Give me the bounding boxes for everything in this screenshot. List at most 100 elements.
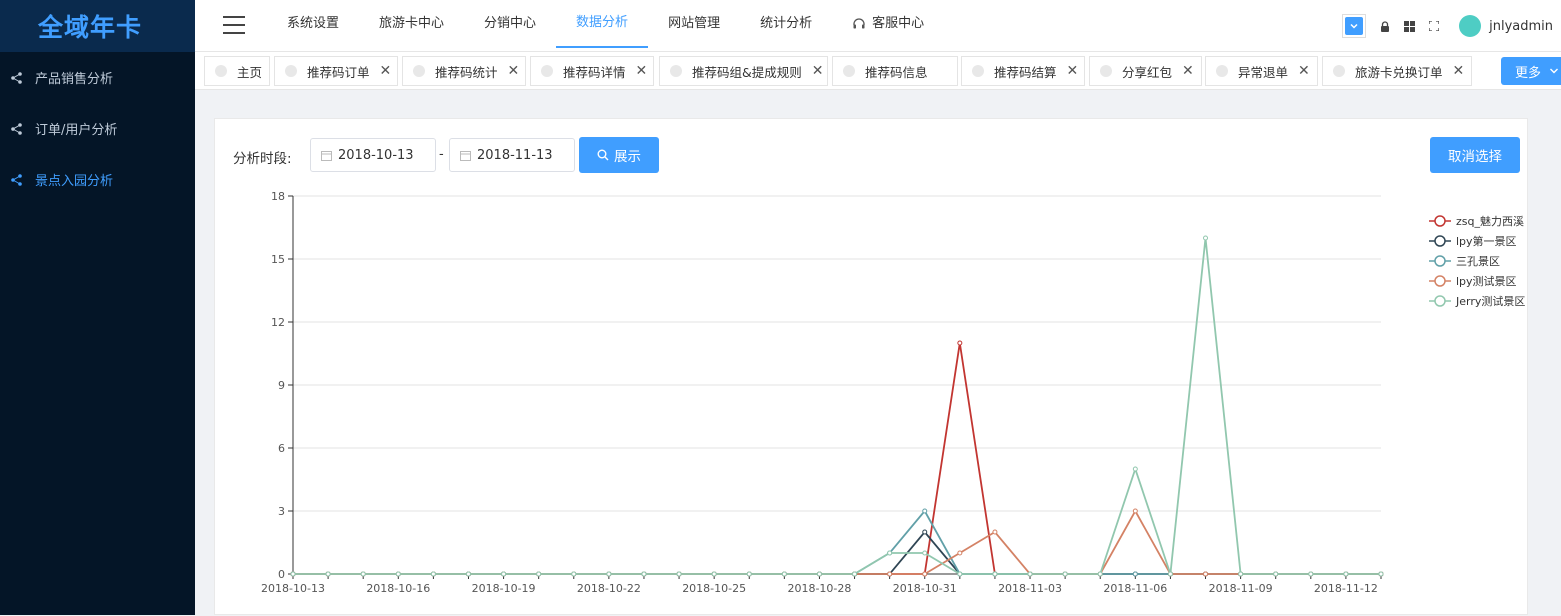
tab-referral-info[interactable]: 推荐码信息 (832, 56, 958, 86)
nav-statistics[interactable]: 统计分析 (740, 0, 832, 48)
grid-icon[interactable] (1404, 20, 1416, 32)
tab-label: 异常退单 (1238, 64, 1289, 80)
chart-legend: zsq_魅力西溪 lpy第一景区三孔景区 lpy测试景区 Jerry测试景区 (1429, 211, 1525, 311)
data-point (606, 571, 612, 577)
nav-travel-card-center[interactable]: 旅游卡中心 (359, 0, 464, 48)
tab-label: 分享红包 (1122, 64, 1173, 80)
nav-label: 统计分析 (760, 16, 813, 31)
tab-dot-icon (285, 65, 297, 77)
data-point (887, 571, 893, 577)
legend-item[interactable]: Jerry测试景区 (1429, 291, 1525, 311)
tab-label: 推荐码组&提成规则 (692, 64, 802, 80)
data-point (360, 571, 366, 577)
close-icon[interactable]: ✕ (508, 63, 520, 79)
logo-text: 全域年卡 (38, 13, 143, 42)
tab-share-red-packet[interactable]: 分享红包 ✕ (1089, 56, 1202, 86)
sidebar-item-order-user[interactable]: 订单/用户分析 (0, 103, 195, 154)
legend-marker-icon (1429, 275, 1451, 287)
dropdown-toggle[interactable] (1342, 14, 1367, 38)
legend-item[interactable]: lpy测试景区 (1429, 271, 1525, 291)
x-tick-label: 2018-11-09 (1209, 582, 1273, 595)
data-point (992, 571, 998, 577)
lock-icon[interactable] (1380, 20, 1390, 32)
sidebar-item-scenic-entry[interactable]: 景点入园分析 (0, 154, 195, 205)
data-point (430, 571, 436, 577)
nav-system-settings[interactable]: 系统设置 (267, 0, 359, 48)
data-point (1343, 571, 1349, 577)
data-point (816, 571, 822, 577)
legend-marker-icon (1429, 215, 1451, 227)
avatar[interactable] (1459, 15, 1482, 37)
chevron-down-icon (1345, 17, 1364, 35)
close-icon[interactable]: ✕ (380, 63, 392, 79)
legend-item[interactable]: lpy第一景区 (1429, 231, 1525, 251)
y-tick-label: 6 (278, 442, 285, 455)
fullscreen-icon[interactable] (1429, 21, 1440, 31)
legend-label: zsq_魅力西溪 (1456, 215, 1524, 228)
share-icon (10, 122, 24, 136)
nav-label: 分销中心 (484, 16, 537, 31)
legend-label: lpy第一景区 (1456, 235, 1517, 248)
data-point (325, 571, 331, 577)
data-point (1027, 571, 1033, 577)
nav-data-analysis[interactable]: 数据分析 (556, 0, 649, 48)
nav-customer-service[interactable]: 客服中心 (832, 0, 944, 48)
username[interactable]: jnlyadmin (1489, 19, 1553, 34)
data-point (1097, 571, 1103, 577)
data-point (641, 571, 647, 577)
close-icon[interactable]: ✕ (1182, 63, 1194, 79)
y-tick-label: 0 (278, 568, 285, 581)
data-point (1273, 571, 1279, 577)
more-tabs-button[interactable]: 更多 (1501, 57, 1561, 85)
tab-dot-icon (215, 65, 227, 77)
tab-home[interactable]: 主页 (204, 56, 270, 86)
y-tick-label: 9 (278, 379, 285, 392)
nav-distribution-center[interactable]: 分销中心 (464, 0, 556, 48)
sidebar-item-label: 景点入园分析 (35, 174, 114, 189)
x-tick-label: 2018-11-03 (998, 582, 1062, 595)
legend-label: Jerry测试景区 (1456, 295, 1526, 308)
tab-referral-groups[interactable]: 推荐码组&提成规则 ✕ (659, 56, 828, 86)
tab-referral-stats[interactable]: 推荐码统计 ✕ (402, 56, 526, 86)
tab-referral-orders[interactable]: 推荐码订单 ✕ (274, 56, 398, 86)
app-logo: 全域年卡 (0, 0, 195, 52)
nav-label: 客服中心 (872, 16, 925, 31)
hamburger-menu-icon[interactable] (223, 16, 245, 34)
data-point (957, 550, 963, 556)
x-tick-label: 2018-10-22 (577, 582, 641, 595)
x-tick-label: 2018-10-28 (787, 582, 851, 595)
legend-item[interactable]: zsq_魅力西溪 (1429, 211, 1525, 231)
data-point (1132, 571, 1138, 577)
x-tick-label: 2018-10-25 (682, 582, 746, 595)
data-point (1167, 571, 1173, 577)
x-tick-label: 2018-11-12 (1314, 582, 1378, 595)
tab-label: 推荐码详情 (563, 64, 626, 80)
legend-item[interactable]: 三孔景区 (1429, 251, 1525, 271)
sidebar-item-product-sales[interactable]: 产品销售分析 (0, 52, 195, 103)
tab-label: 推荐码信息 (865, 64, 928, 80)
y-tick-label: 15 (271, 253, 285, 266)
tab-referral-details[interactable]: 推荐码详情 ✕ (530, 56, 654, 86)
y-tick-label: 12 (271, 316, 285, 329)
close-icon[interactable]: ✕ (1298, 63, 1310, 79)
nav-site-management[interactable]: 网站管理 (648, 0, 740, 48)
data-point (1203, 571, 1209, 577)
more-label: 更多 (1515, 65, 1542, 81)
tab-card-exchange-orders[interactable]: 旅游卡兑换订单 ✕ (1322, 56, 1472, 86)
series-line-3 (293, 509, 1381, 575)
series-line-1 (293, 530, 1381, 575)
close-icon[interactable]: ✕ (1453, 63, 1465, 79)
data-point (676, 571, 682, 577)
tab-referral-settlement[interactable]: 推荐码结算 ✕ (961, 56, 1085, 86)
data-point (571, 571, 577, 577)
tab-abnormal-refund[interactable]: 异常退单 ✕ (1205, 56, 1318, 86)
data-point (1203, 235, 1209, 241)
series-line-0 (293, 342, 1381, 575)
series-line-4 (293, 237, 1381, 575)
close-icon[interactable]: ✕ (636, 63, 648, 79)
data-point (1308, 571, 1314, 577)
legend-marker-icon (1429, 255, 1451, 267)
close-icon[interactable]: ✕ (1067, 63, 1079, 79)
close-icon[interactable]: ✕ (812, 63, 824, 79)
share-icon (10, 71, 24, 85)
